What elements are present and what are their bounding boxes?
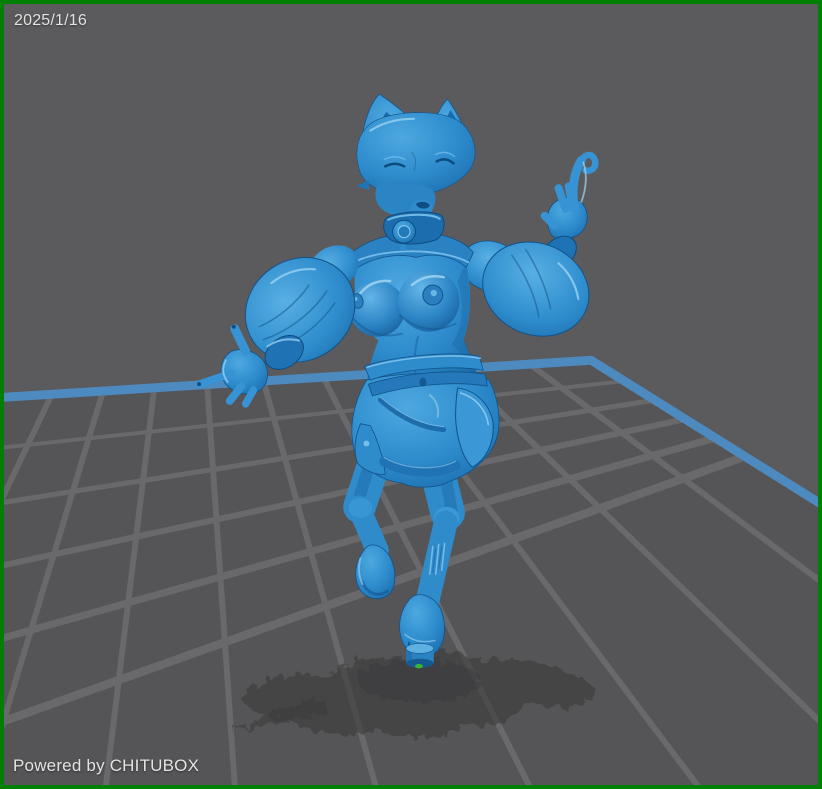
- support-pillar: [406, 643, 434, 668]
- chest-left: [350, 281, 405, 336]
- window-frame: 2025/1/16 Powered by CHITUBOX: [0, 0, 822, 789]
- viewport-3d[interactable]: [4, 4, 818, 785]
- watermark-label: Powered by CHITUBOX: [13, 756, 199, 776]
- date-label: 2025/1/16: [14, 12, 87, 30]
- support-contact-point: [415, 664, 423, 668]
- navel: [419, 378, 426, 387]
